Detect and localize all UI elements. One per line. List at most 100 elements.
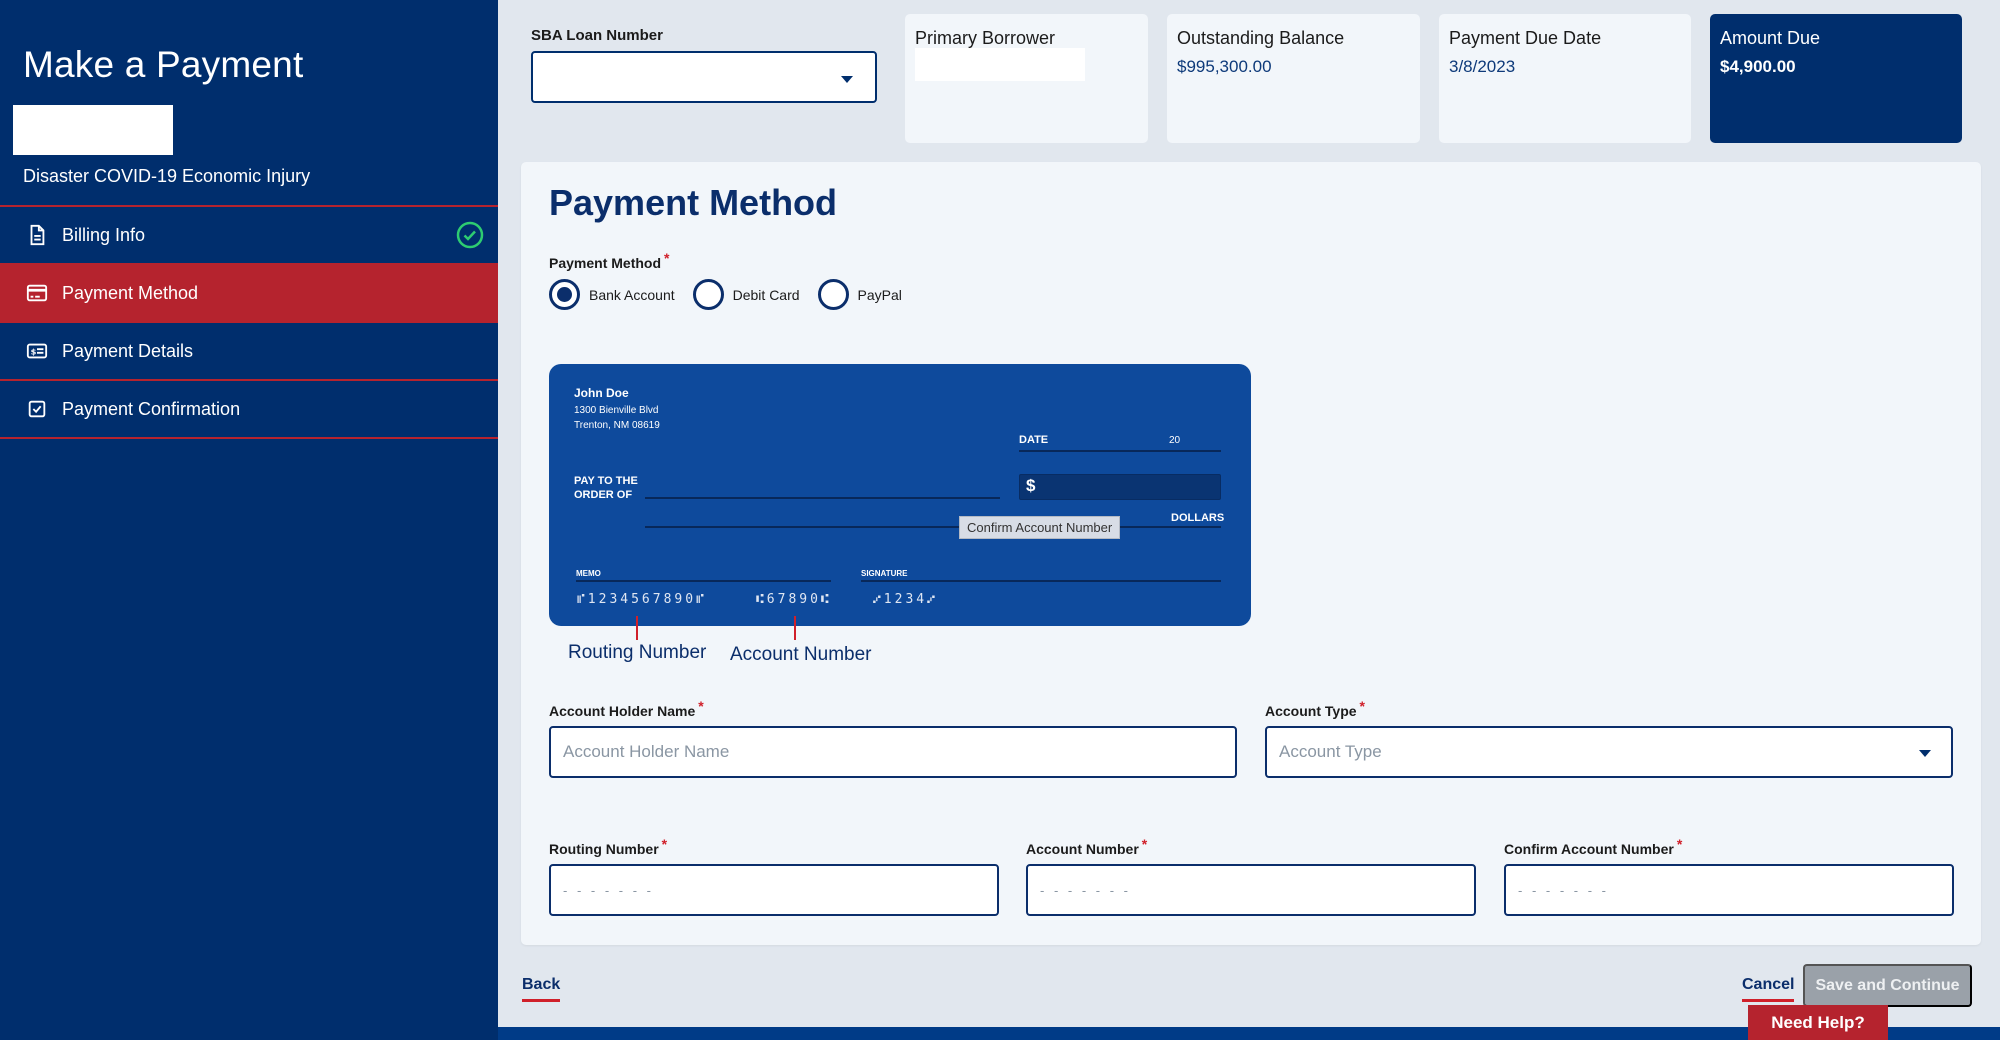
check-circle-icon [456, 221, 484, 249]
check-address-line2: Trenton, NM 08619 [574, 420, 660, 431]
label-text: Account Number [1026, 841, 1139, 857]
primary-borrower-label: Primary Borrower [915, 28, 1056, 48]
sba-loan-number-select[interactable] [531, 51, 877, 103]
required-asterisk: * [1359, 698, 1365, 714]
amount-due-value: $4,900.00 [1720, 57, 1796, 76]
account-holder-name-input[interactable]: Account Holder Name [549, 726, 1237, 778]
radio-bank-account[interactable]: Bank Account [549, 279, 675, 310]
credit-card-icon [26, 282, 48, 304]
label-text: Routing Number [549, 841, 659, 857]
radio-button[interactable] [692, 279, 724, 310]
label-text: Account Holder Name [549, 703, 696, 719]
sidebar-item-payment-details[interactable]: $ Payment Details [0, 323, 498, 381]
radio-paypal[interactable]: PayPal [817, 279, 902, 310]
sidebar-item-billing-info[interactable]: Billing Info [0, 205, 498, 263]
required-asterisk: * [698, 698, 704, 714]
amount-due-card: Amount Due $4,900.00 [1710, 14, 1962, 143]
payment-method-panel: Payment Method Payment Method * Bank Acco… [521, 162, 1981, 945]
account-number-input[interactable]: - - - - - - - [1026, 864, 1476, 916]
section-title: Payment Method [549, 182, 838, 223]
need-help-button[interactable]: Need Help? [1748, 1005, 1888, 1040]
step-nav: Billing Info Payment Method $ Payment De… [0, 205, 498, 439]
check-account-holder: John Doe [574, 386, 629, 400]
cancel-link[interactable]: Cancel [1742, 976, 1795, 1002]
payment-due-date-card: Payment Due Date 3/8/2023 [1439, 14, 1691, 143]
routing-number-label: Routing Number * [549, 836, 667, 857]
routing-number-caption: Routing Number [568, 642, 707, 663]
placeholder: - - - - - - - [1518, 882, 1609, 898]
redacted-block [13, 105, 173, 155]
check-date-line [1019, 450, 1221, 452]
sidebar-item-label: Payment Method [62, 282, 199, 303]
label-text: Payment Method [549, 255, 662, 271]
placeholder: Account Holder Name [563, 742, 730, 761]
check-address-line1: 1300 Bienville Blvd [574, 405, 659, 416]
save-and-continue-button[interactable]: Save and Continue [1803, 964, 1972, 1007]
check-signature-line [861, 580, 1221, 582]
required-asterisk: * [664, 250, 670, 266]
pay-to-line1: PAY TO THE [574, 475, 638, 487]
sidebar-item-payment-method[interactable]: Payment Method [0, 263, 498, 323]
svg-text:$: $ [31, 347, 37, 357]
radio-button[interactable] [817, 279, 849, 310]
check-signature-label: SIGNATURE [861, 569, 908, 578]
routing-number-input[interactable]: - - - - - - - [549, 864, 999, 916]
required-asterisk: * [1676, 836, 1683, 852]
sidebar-item-label: Payment Details [62, 340, 194, 361]
check-date-label: DATE [1019, 434, 1049, 446]
placeholder: Account Type [1279, 742, 1382, 761]
check-memo-line [576, 580, 831, 582]
payment-due-date-value: 3/8/2023 [1449, 57, 1516, 76]
back-link[interactable]: Back [522, 976, 561, 1002]
outstanding-balance-label: Outstanding Balance [1177, 28, 1345, 48]
confirm-account-number-tooltip: Confirm Account Number [959, 516, 1121, 539]
chevron-down-icon [841, 76, 853, 83]
required-asterisk: * [661, 836, 668, 852]
account-number-label: Account Number * [1026, 836, 1147, 857]
required-asterisk: * [1141, 836, 1148, 852]
radio-label: PayPal [857, 286, 902, 303]
account-type-select[interactable]: Account Type [1265, 726, 1953, 778]
account-type-label: Account Type * [1265, 698, 1365, 719]
outstanding-balance-value: $995,300.00 [1177, 57, 1272, 76]
placeholder: - - - - - - - [563, 882, 654, 898]
account-holder-name-label: Account Holder Name * [549, 698, 704, 719]
sidebar-item-label: Payment Confirmation [62, 398, 241, 419]
loan-type-label: Disaster COVID-19 Economic Injury [23, 166, 311, 186]
sidebar: Make a Payment Disaster COVID-19 Economi… [0, 0, 498, 1040]
micr-account-number: ⑆67890⑆ [756, 592, 832, 607]
pay-to-line2: ORDER OF [574, 489, 633, 501]
radio-button-selected[interactable] [549, 279, 580, 310]
check-payee-line [645, 497, 1000, 499]
dollar-list-icon: $ [26, 340, 48, 362]
payment-due-date-label: Payment Due Date [1449, 28, 1602, 48]
confirm-account-number-label: Confirm Account Number * [1504, 836, 1682, 857]
placeholder: - - - - - - - [1040, 882, 1131, 898]
check-amount-box: $ [1019, 474, 1221, 500]
check-pay-to-label: PAY TO THE ORDER OF [574, 474, 638, 502]
dollar-sign: $ [1026, 476, 1036, 495]
redacted-borrower-name [915, 48, 1085, 81]
sample-check-illustration: John Doe 1300 Bienville Blvd Trenton, NM… [549, 364, 1251, 626]
radio-label: Bank Account [589, 286, 675, 303]
micr-check-number: ⑇1234⑇ [873, 592, 938, 607]
check-year-prefix: 20 [1169, 435, 1181, 446]
amount-due-label: Amount Due [1720, 28, 1821, 48]
check-dollars-label: DOLLARS [1171, 512, 1225, 524]
radio-debit-card[interactable]: Debit Card [692, 279, 800, 310]
chevron-down-icon [1919, 750, 1931, 757]
document-icon [26, 224, 48, 246]
routing-number-pointer [636, 616, 638, 640]
account-number-pointer [794, 616, 796, 640]
confirm-account-number-input[interactable]: - - - - - - - [1504, 864, 1954, 916]
radio-label: Debit Card [732, 286, 800, 303]
payment-method-field-label: Payment Method * [549, 250, 669, 271]
check-written-amount-line [645, 526, 1221, 528]
checkbox-icon [26, 398, 48, 420]
label-text: Confirm Account Number [1504, 841, 1674, 857]
sidebar-item-payment-confirmation[interactable]: Payment Confirmation [0, 381, 498, 439]
payment-method-radio-group: Bank Account Debit Card PayPal [549, 279, 920, 310]
page-title: Make a Payment [23, 44, 304, 85]
outstanding-balance-card: Outstanding Balance $995,300.00 [1167, 14, 1420, 143]
account-number-caption: Account Number [730, 644, 872, 665]
